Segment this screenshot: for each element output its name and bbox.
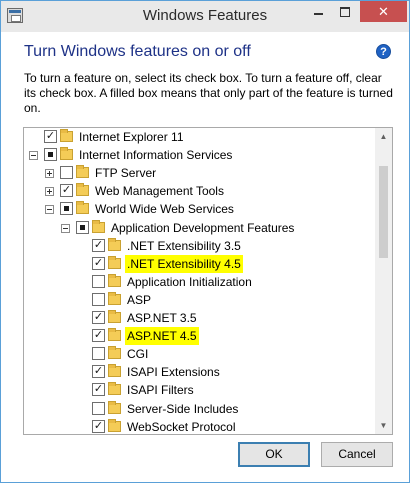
feature-label: Web Management Tools	[95, 184, 224, 199]
feature-label: Internet Explorer 11	[79, 130, 184, 144]
cancel-button[interactable]: Cancel	[321, 442, 393, 467]
title-bar: Windows Features ✕	[1, 1, 409, 32]
feature-checkbox[interactable]: ✓	[92, 419, 105, 433]
tree-item[interactable]: ✓ .NET Extensibility 4.5	[24, 254, 374, 273]
feature-checkbox[interactable]	[92, 292, 105, 306]
tree-item[interactable]: Application Development Features	[24, 219, 374, 237]
folder-icon	[108, 255, 121, 269]
folder-icon	[108, 400, 121, 414]
tree-item[interactable]: ✓ .NET Extensibility 3.5	[24, 237, 374, 255]
feature-checkbox[interactable]: ✓	[92, 365, 105, 379]
collapse-icon[interactable]	[29, 151, 38, 161]
tree-item[interactable]: World Wide Web Services	[24, 200, 374, 218]
feature-checkbox[interactable]	[92, 347, 105, 361]
scroll-up-arrow-icon[interactable]: ▲	[375, 128, 392, 145]
folder-icon	[108, 382, 121, 396]
feature-label: ISAPI Extensions	[127, 365, 220, 380]
tree-item[interactable]: ✓ ASP.NET 4.5	[24, 327, 374, 346]
dialog-description: To turn a feature on, select its check b…	[24, 71, 393, 115]
feature-label: ASP	[127, 292, 152, 307]
folder-icon	[76, 183, 89, 197]
feature-label: .NET Extensibility 4.5	[125, 254, 243, 273]
minimize-button[interactable]	[305, 1, 331, 22]
feature-checkbox[interactable]: ✓	[60, 184, 73, 198]
feature-checkbox[interactable]: ✓	[92, 238, 105, 252]
expand-icon[interactable]	[45, 169, 54, 179]
folder-icon	[76, 201, 89, 215]
collapse-icon[interactable]	[45, 205, 54, 215]
feature-checkbox[interactable]	[92, 274, 105, 288]
tree-item[interactable]: ✓ ASP.NET 3.5	[24, 309, 374, 327]
folder-icon	[108, 418, 121, 432]
folder-icon	[108, 273, 121, 287]
tree-item[interactable]: ✓ ISAPI Extensions	[24, 363, 374, 381]
feature-label: ISAPI Filters	[127, 383, 194, 398]
tree-item[interactable]: FTP Server	[24, 164, 374, 182]
maximize-button[interactable]	[332, 1, 358, 22]
folder-icon	[108, 310, 121, 323]
feature-checkbox[interactable]: ✓	[92, 383, 105, 397]
feature-label: ASP.NET 4.5	[125, 327, 199, 346]
folder-icon	[108, 237, 121, 251]
folder-icon	[108, 364, 121, 378]
tree-item[interactable]: ✓ WebSocket Protocol	[24, 418, 374, 434]
scroll-down-arrow-icon[interactable]: ▼	[375, 417, 392, 434]
feature-label: ASP.NET 3.5	[127, 311, 197, 325]
tree-item[interactable]: CGI	[24, 345, 374, 363]
folder-icon	[108, 328, 121, 342]
feature-label: WebSocket Protocol	[127, 419, 236, 434]
feature-label: CGI	[127, 347, 149, 362]
folder-icon	[108, 346, 121, 360]
feature-checkbox[interactable]	[76, 220, 89, 234]
feature-checkbox[interactable]	[44, 148, 57, 162]
feature-checkbox[interactable]	[92, 401, 105, 415]
tree-item[interactable]: Server-Side Includes	[24, 400, 374, 418]
tree-item[interactable]: Application Initialization	[24, 273, 374, 291]
feature-checkbox[interactable]	[60, 202, 73, 216]
close-button[interactable]: ✕	[360, 1, 407, 22]
folder-icon	[92, 219, 105, 233]
folder-icon	[76, 165, 89, 179]
feature-label: Application Development Features	[111, 220, 295, 235]
tree-item[interactable]: ✓ Internet Explorer 11	[24, 128, 374, 146]
expand-icon[interactable]	[45, 187, 54, 197]
feature-label: Internet Information Services	[79, 148, 233, 163]
folder-icon	[60, 147, 73, 161]
ok-button[interactable]: OK	[238, 442, 310, 467]
tree-item[interactable]: ✓ Web Management Tools	[24, 182, 374, 200]
tree-item[interactable]: Internet Information Services	[24, 146, 374, 164]
help-icon[interactable]: ?	[376, 44, 391, 59]
tree-scrollbar[interactable]: ▲ ▼	[375, 128, 392, 434]
feature-checkbox[interactable]	[60, 166, 73, 180]
feature-checkbox[interactable]: ✓	[92, 256, 105, 270]
folder-icon	[60, 129, 73, 142]
feature-label: World Wide Web Services	[95, 202, 234, 217]
feature-label: Server-Side Includes	[127, 401, 239, 416]
feature-checkbox[interactable]: ✓	[92, 329, 105, 343]
maximize-icon	[340, 6, 350, 17]
collapse-icon[interactable]	[61, 223, 70, 233]
folder-icon	[108, 291, 121, 305]
windows-features-dialog: Windows Features ✕ Turn Windows features…	[0, 0, 410, 483]
tree-item[interactable]: ✓ ISAPI Filters	[24, 381, 374, 399]
tree-item[interactable]: ASP	[24, 291, 374, 309]
feature-label: Application Initialization	[127, 274, 252, 289]
dialog-heading: Turn Windows features on or off	[24, 43, 251, 60]
features-tree[interactable]: ✓ Internet Explorer 11 Internet Informatio…	[23, 127, 393, 435]
feature-label: .NET Extensibility 3.5	[127, 238, 241, 253]
feature-label: FTP Server	[95, 166, 157, 181]
feature-checkbox[interactable]: ✓	[92, 311, 105, 324]
feature-checkbox[interactable]: ✓	[44, 130, 57, 143]
scrollbar-thumb[interactable]	[379, 166, 388, 258]
minimize-icon	[313, 12, 323, 15]
